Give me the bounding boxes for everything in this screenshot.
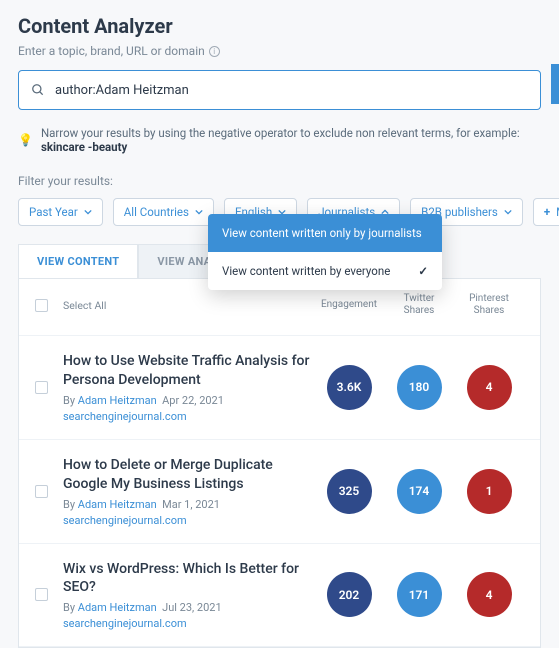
result-domain[interactable]: searchenginejournal.com <box>63 410 314 423</box>
bulb-icon: 💡 <box>18 133 33 147</box>
tip-example: skincare -beauty <box>41 140 127 154</box>
result-author[interactable]: Adam Heitzman <box>78 394 157 407</box>
engagement-badge: 3.6K <box>327 365 372 410</box>
result-date: Apr 22, 2021 <box>162 394 224 407</box>
filter-countries-label: All Countries <box>124 205 189 219</box>
page-subtitle: Enter a topic, brand, URL or domain i <box>18 44 541 58</box>
chevron-down-icon <box>195 208 203 216</box>
popover-option-label: View content written by everyone <box>222 264 390 278</box>
col-engagement: Engagement <box>314 299 384 311</box>
result-byline: By Adam Heitzman Apr 22, 2021 <box>63 394 314 407</box>
popover-option-label: View content written only by journalists <box>222 226 422 240</box>
result-title[interactable]: How to Delete or Merge Duplicate Google … <box>63 456 314 494</box>
search-input[interactable] <box>55 83 528 98</box>
more-filters-button[interactable]: + More Filters <box>533 198 559 226</box>
info-icon[interactable]: i <box>209 46 220 57</box>
engagement-badge: 325 <box>327 469 372 514</box>
result-byline: By Adam Heitzman Jul 23, 2021 <box>63 601 314 614</box>
pinterest-badge: 1 <box>467 469 512 514</box>
twitter-badge: 174 <box>397 469 442 514</box>
engagement-badge: 202 <box>327 572 372 617</box>
result-byline: By Adam Heitzman Mar 1, 2021 <box>63 498 314 511</box>
filter-past-year-label: Past Year <box>29 205 78 219</box>
result-title[interactable]: Wix vs WordPress: Which Is Better for SE… <box>63 560 314 598</box>
select-all-checkbox[interactable] <box>35 299 48 312</box>
select-all-checkbox-col <box>35 299 59 312</box>
journalists-popover: View content written only by journalists… <box>208 214 442 290</box>
tip-text: Narrow your results by using the negativ… <box>41 126 520 140</box>
filter-countries[interactable]: All Countries <box>113 198 214 226</box>
results-table: Select All Engagement TwitterShares Pint… <box>18 279 541 648</box>
plus-icon: + <box>544 205 550 219</box>
popover-option-only-journalists[interactable]: View content written only by journalists <box>208 214 442 252</box>
popover-option-everyone[interactable]: View content written by everyone ✓ <box>208 252 442 290</box>
tip-row: 💡 Narrow your results by using the negat… <box>18 126 541 154</box>
check-icon: ✓ <box>418 264 428 278</box>
table-row: Wix vs WordPress: Which Is Better for SE… <box>19 544 540 648</box>
result-domain[interactable]: searchenginejournal.com <box>63 514 314 527</box>
row-checkbox[interactable] <box>35 381 48 394</box>
search-box[interactable] <box>18 70 541 110</box>
search-button[interactable] <box>551 64 559 104</box>
row-checkbox[interactable] <box>35 485 48 498</box>
filter-label: Filter your results: <box>18 174 541 188</box>
chevron-down-icon <box>84 208 92 216</box>
col-twitter: TwitterShares <box>384 293 454 317</box>
col-pinterest: PinterestShares <box>454 293 524 317</box>
select-all-label: Select All <box>59 299 314 312</box>
result-author[interactable]: Adam Heitzman <box>78 601 157 614</box>
result-date: Mar 1, 2021 <box>162 498 220 511</box>
search-icon <box>31 83 45 97</box>
twitter-badge: 180 <box>397 365 442 410</box>
twitter-badge: 171 <box>397 572 442 617</box>
result-author[interactable]: Adam Heitzman <box>78 498 157 511</box>
chevron-down-icon <box>504 208 512 216</box>
result-domain[interactable]: searchenginejournal.com <box>63 617 314 630</box>
result-date: Jul 23, 2021 <box>162 601 222 614</box>
table-row: How to Use Website Traffic Analysis for … <box>19 336 540 440</box>
result-title[interactable]: How to Use Website Traffic Analysis for … <box>63 352 314 390</box>
pinterest-badge: 4 <box>467 365 512 410</box>
row-checkbox[interactable] <box>35 588 48 601</box>
table-row: How to Delete or Merge Duplicate Google … <box>19 440 540 544</box>
pinterest-badge: 4 <box>467 572 512 617</box>
filter-past-year[interactable]: Past Year <box>18 198 103 226</box>
subtitle-text: Enter a topic, brand, URL or domain <box>18 44 205 58</box>
page-title: Content Analyzer <box>18 14 541 38</box>
tab-view-content[interactable]: VIEW CONTENT <box>18 244 138 278</box>
